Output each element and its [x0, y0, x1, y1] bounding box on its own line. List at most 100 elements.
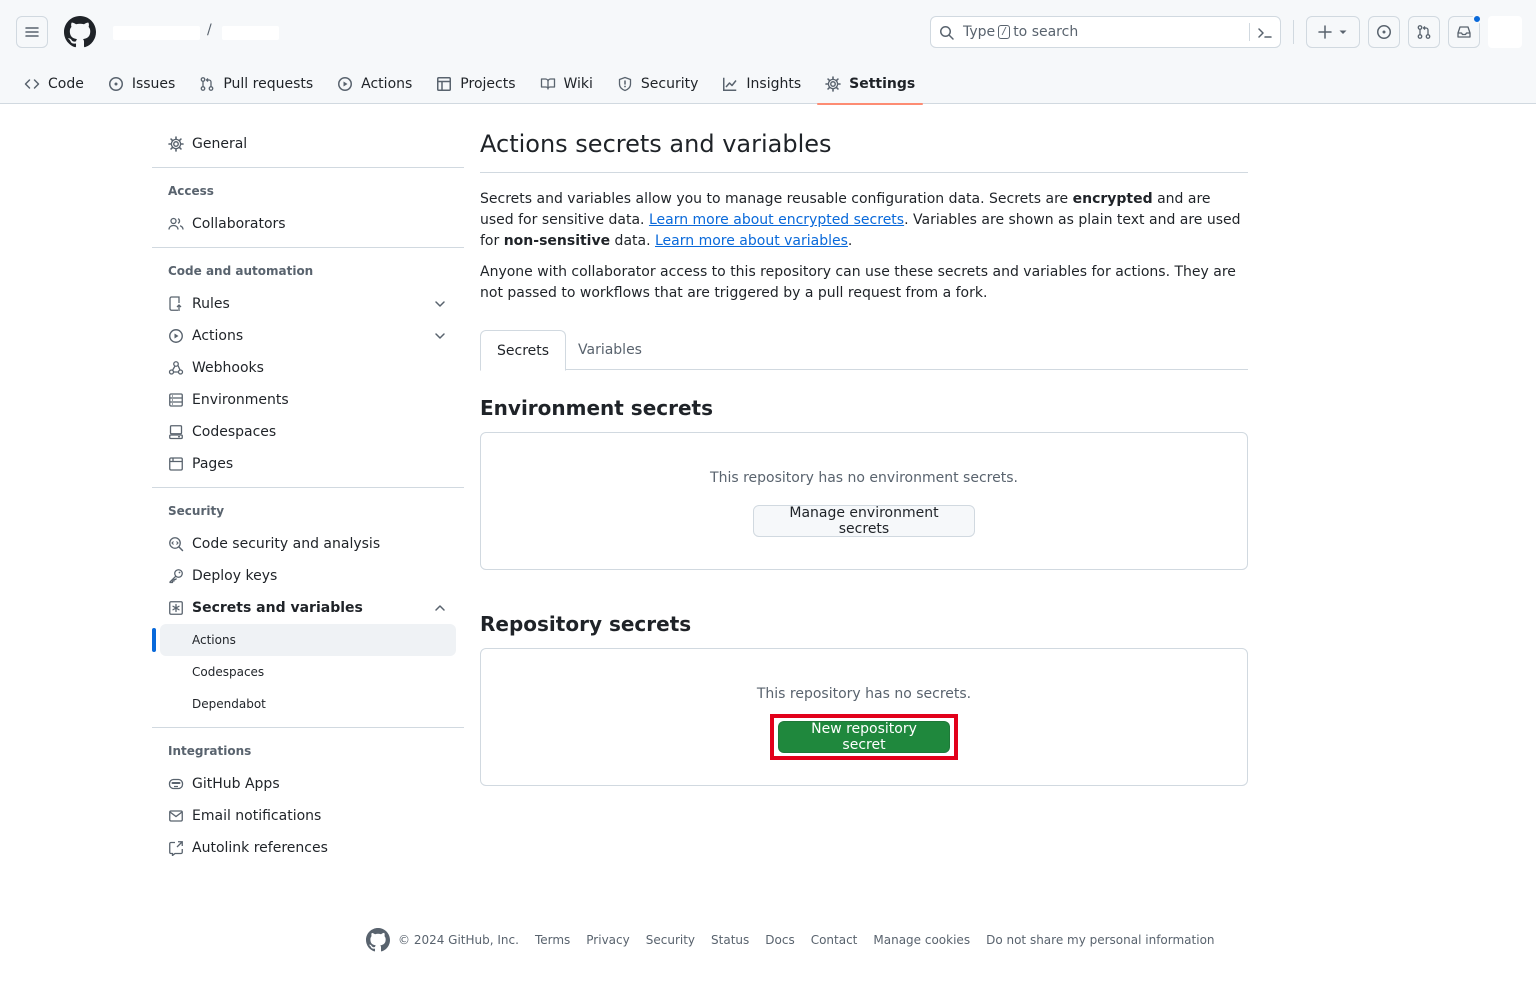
sidebar-item-label: Actions — [192, 328, 244, 344]
tab-issues[interactable]: Issues — [100, 64, 184, 104]
search-kbd-hint: / — [998, 25, 1011, 39]
sidebar-item-github-apps[interactable]: GitHub Apps — [160, 768, 456, 800]
intro-text: data. — [610, 233, 655, 249]
sidebar-item-code-security[interactable]: Code security and analysis — [160, 528, 456, 560]
footer-copyright: © 2024 GitHub, Inc. — [398, 933, 519, 947]
environment-secrets-empty-message: This repository has no environment secre… — [710, 470, 1018, 486]
search-input[interactable]: Type / to search — [930, 16, 1281, 48]
sidebar-heading-integrations: Integrations — [168, 744, 252, 758]
tab-settings-label: Settings — [849, 76, 916, 92]
tab-issues-label: Issues — [131, 76, 176, 92]
github-mark-icon[interactable] — [366, 928, 390, 952]
sidebar-item-pages[interactable]: Pages — [160, 448, 456, 480]
sidebar-heading-access: Access — [168, 184, 214, 198]
sidebar-divider — [152, 247, 464, 248]
gear-icon — [168, 136, 184, 152]
sidebar-item-actions[interactable]: Actions — [160, 320, 456, 352]
search-divider — [1249, 23, 1250, 41]
sidebar-subitem-codespaces[interactable]: Codespaces — [160, 656, 456, 688]
sidebar-divider — [152, 167, 464, 168]
play-icon — [338, 77, 353, 91]
avatar[interactable] — [1488, 16, 1522, 48]
learn-more-secrets-link[interactable]: Learn more about encrypted secrets — [649, 212, 904, 228]
footer-link-do-not-share[interactable]: Do not share my personal information — [986, 933, 1214, 947]
book-icon — [540, 78, 555, 90]
footer-link-docs[interactable]: Docs — [765, 933, 794, 947]
sidebar-item-general[interactable]: General — [160, 128, 456, 160]
tab-variables[interactable]: Variables — [562, 330, 658, 370]
footer-link-manage-cookies[interactable]: Manage cookies — [873, 933, 970, 947]
learn-more-variables-link[interactable]: Learn more about variables — [655, 233, 848, 249]
manage-environment-secrets-button[interactable]: Manage environment secrets — [753, 505, 975, 537]
tab-secrets[interactable]: Secrets — [480, 330, 567, 371]
sidebar-divider — [152, 487, 464, 488]
tab-code[interactable]: Code — [16, 64, 92, 104]
tab-projects[interactable]: Projects — [428, 64, 523, 104]
chevron-up-icon[interactable] — [432, 600, 448, 616]
sidebar-item-email-notifications[interactable]: Email notifications — [160, 800, 456, 832]
global-header: / Type / to search Code Issues Pull requ… — [0, 0, 1536, 105]
plus-icon — [1318, 25, 1332, 39]
breadcrumb-owner[interactable] — [113, 26, 200, 40]
mail-icon — [169, 810, 183, 822]
tab-settings[interactable]: Settings — [817, 64, 924, 105]
sidebar-item-label: Pages — [192, 456, 234, 472]
collaborator-note: Anyone with collaborator access to this … — [480, 264, 1236, 301]
breadcrumb-repo[interactable] — [222, 26, 279, 40]
sidebar-item-webhooks[interactable]: Webhooks — [160, 352, 456, 384]
sidebar-item-codespaces[interactable]: Codespaces — [160, 416, 456, 448]
tab-pull-requests-label: Pull requests — [223, 76, 314, 92]
tab-actions[interactable]: Actions — [329, 64, 420, 104]
search-text-after: to search — [1013, 24, 1079, 40]
repository-secrets-title: Repository secrets — [480, 612, 692, 636]
footer-link-contact[interactable]: Contact — [811, 933, 858, 947]
sidebar-item-collaborators[interactable]: Collaborators — [160, 208, 456, 240]
sidebar-item-deploy-keys[interactable]: Deploy keys — [160, 560, 456, 592]
intro-paragraph: Secrets and variables allow you to manag… — [480, 189, 1248, 252]
sidebar-item-label: Codespaces — [192, 424, 277, 440]
environment-secrets-title: Environment secrets — [480, 396, 714, 420]
sidebar-divider — [152, 727, 464, 728]
pull-request-icon — [200, 77, 214, 91]
tab-actions-label: Actions — [361, 76, 413, 92]
sidebar-item-label: Rules — [192, 296, 230, 312]
command-palette-icon[interactable] — [1257, 25, 1273, 41]
menu-button[interactable] — [16, 16, 48, 48]
tab-wiki[interactable]: Wiki — [532, 64, 601, 104]
git-pull-request-icon — [1417, 25, 1431, 39]
issue-opened-icon — [1377, 25, 1391, 39]
sidebar-subitem-dependabot[interactable]: Dependabot — [160, 688, 456, 720]
issues-button[interactable] — [1368, 16, 1400, 48]
codescan-icon — [169, 537, 184, 552]
sidebar-item-environments[interactable]: Environments — [160, 384, 456, 416]
footer-link-security[interactable]: Security — [646, 933, 695, 947]
tab-pull-requests[interactable]: Pull requests — [191, 64, 321, 104]
repository-secrets-empty-message: This repository has no secrets. — [756, 686, 972, 702]
new-repository-secret-button[interactable]: New repository secret — [778, 721, 950, 753]
sidebar-item-label: Secrets and variables — [192, 600, 363, 616]
sidebar-item-label: Collaborators — [192, 216, 286, 232]
server-icon — [169, 393, 183, 407]
github-logo-icon[interactable] — [64, 16, 96, 48]
create-new-button[interactable] — [1306, 16, 1360, 48]
sidebar-subitem-actions[interactable]: Actions — [160, 624, 456, 656]
tab-insights[interactable]: Insights — [714, 64, 809, 104]
active-indicator — [152, 628, 156, 652]
sidebar-item-autolink-references[interactable]: Autolink references — [160, 832, 456, 864]
pull-requests-button[interactable] — [1408, 16, 1440, 48]
tab-security[interactable]: Security — [609, 64, 707, 104]
sidebar-item-secrets-variables[interactable]: Secrets and variables — [160, 592, 456, 624]
repo-push-icon — [169, 296, 182, 311]
secrets-variables-tabs: Secrets Variables — [480, 330, 1248, 371]
sidebar-heading-code-automation: Code and automation — [168, 264, 314, 278]
intro-text: . — [847, 233, 853, 249]
footer-link-terms[interactable]: Terms — [535, 933, 570, 947]
chevron-down-icon[interactable] — [432, 296, 448, 312]
sidebar-item-label: Code security and analysis — [192, 536, 381, 552]
chevron-down-icon[interactable] — [432, 328, 448, 344]
footer-link-status[interactable]: Status — [711, 933, 749, 947]
sidebar-item-rules[interactable]: Rules — [160, 288, 456, 320]
environment-secrets-box: This repository has no environment secre… — [480, 432, 1248, 570]
inbox-icon — [1457, 26, 1471, 38]
footer-link-privacy[interactable]: Privacy — [586, 933, 629, 947]
